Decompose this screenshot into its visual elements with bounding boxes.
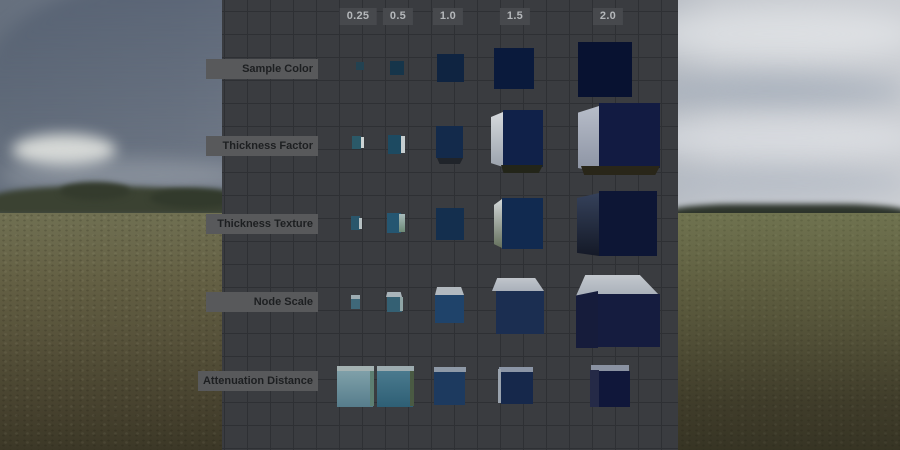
cube-face-front — [496, 291, 544, 334]
cube-face-front — [388, 135, 401, 154]
cube-face-front — [599, 103, 660, 168]
cube-face-left — [578, 106, 599, 172]
cube-face-bottom — [437, 158, 463, 164]
cube-face-bottom — [581, 166, 660, 175]
cube-face-front — [599, 191, 657, 256]
cube-face-left — [576, 291, 598, 348]
cube-face-left — [491, 112, 503, 167]
cube-face-left — [590, 370, 599, 407]
cube-face-front — [434, 372, 465, 405]
row-label-attenuation-distance: Attenuation Distance — [198, 371, 318, 391]
cube-face-right — [359, 218, 362, 229]
cube-face-right — [400, 297, 403, 311]
grass-ground — [660, 213, 900, 450]
cube-face-right — [401, 136, 405, 153]
row-label-sample-color: Sample Color — [206, 59, 318, 79]
cube-face-front — [356, 62, 364, 70]
cube-face-front — [337, 371, 373, 407]
cube-face-front — [352, 136, 361, 149]
column-header-2.0: 2.0 — [593, 8, 623, 25]
cube-face-front — [503, 110, 543, 167]
cloud — [660, 168, 900, 198]
row-label-thickness-texture: Thickness Texture — [206, 214, 318, 234]
cube-face-right — [399, 214, 405, 232]
cloud — [640, 6, 900, 62]
cube-face-front — [377, 371, 413, 407]
cube-face-front — [494, 48, 534, 89]
cube-face-front — [501, 372, 533, 404]
cube-face-right — [370, 371, 374, 406]
cube-face-front — [598, 294, 660, 347]
treeline — [60, 182, 130, 200]
3d-viewer-canvas[interactable]: 0.25 0.5 1.0 1.5 2.0 Sample Color Thickness Fa… — [0, 0, 900, 450]
cube-face-bottom — [501, 165, 543, 173]
column-header-0.5: 0.5 — [383, 8, 413, 25]
cube-face-front — [437, 54, 464, 82]
cube-face-left — [494, 199, 502, 248]
cube-face-right — [361, 137, 364, 148]
cube-face-front — [599, 371, 630, 407]
column-header-1.0: 1.0 — [433, 8, 463, 25]
cloud — [650, 74, 900, 108]
cube-face-front — [578, 42, 632, 97]
cube-face-right — [410, 371, 414, 406]
cube-face-front — [436, 208, 464, 240]
row-label-node-scale: Node Scale — [206, 292, 318, 312]
cube-face-front — [435, 295, 464, 323]
cube-face-front — [436, 126, 463, 158]
row-label-thickness-factor: Thickness Factor — [206, 136, 318, 156]
cube-face-front — [351, 299, 360, 309]
column-header-0.25: 0.25 — [340, 8, 377, 25]
cube-face-front — [502, 198, 543, 249]
cube-face-front — [390, 61, 404, 75]
column-header-1.5: 1.5 — [500, 8, 530, 25]
cube-face-top — [492, 278, 544, 291]
cube-face-top — [435, 287, 464, 295]
cube-face-left — [577, 193, 599, 256]
